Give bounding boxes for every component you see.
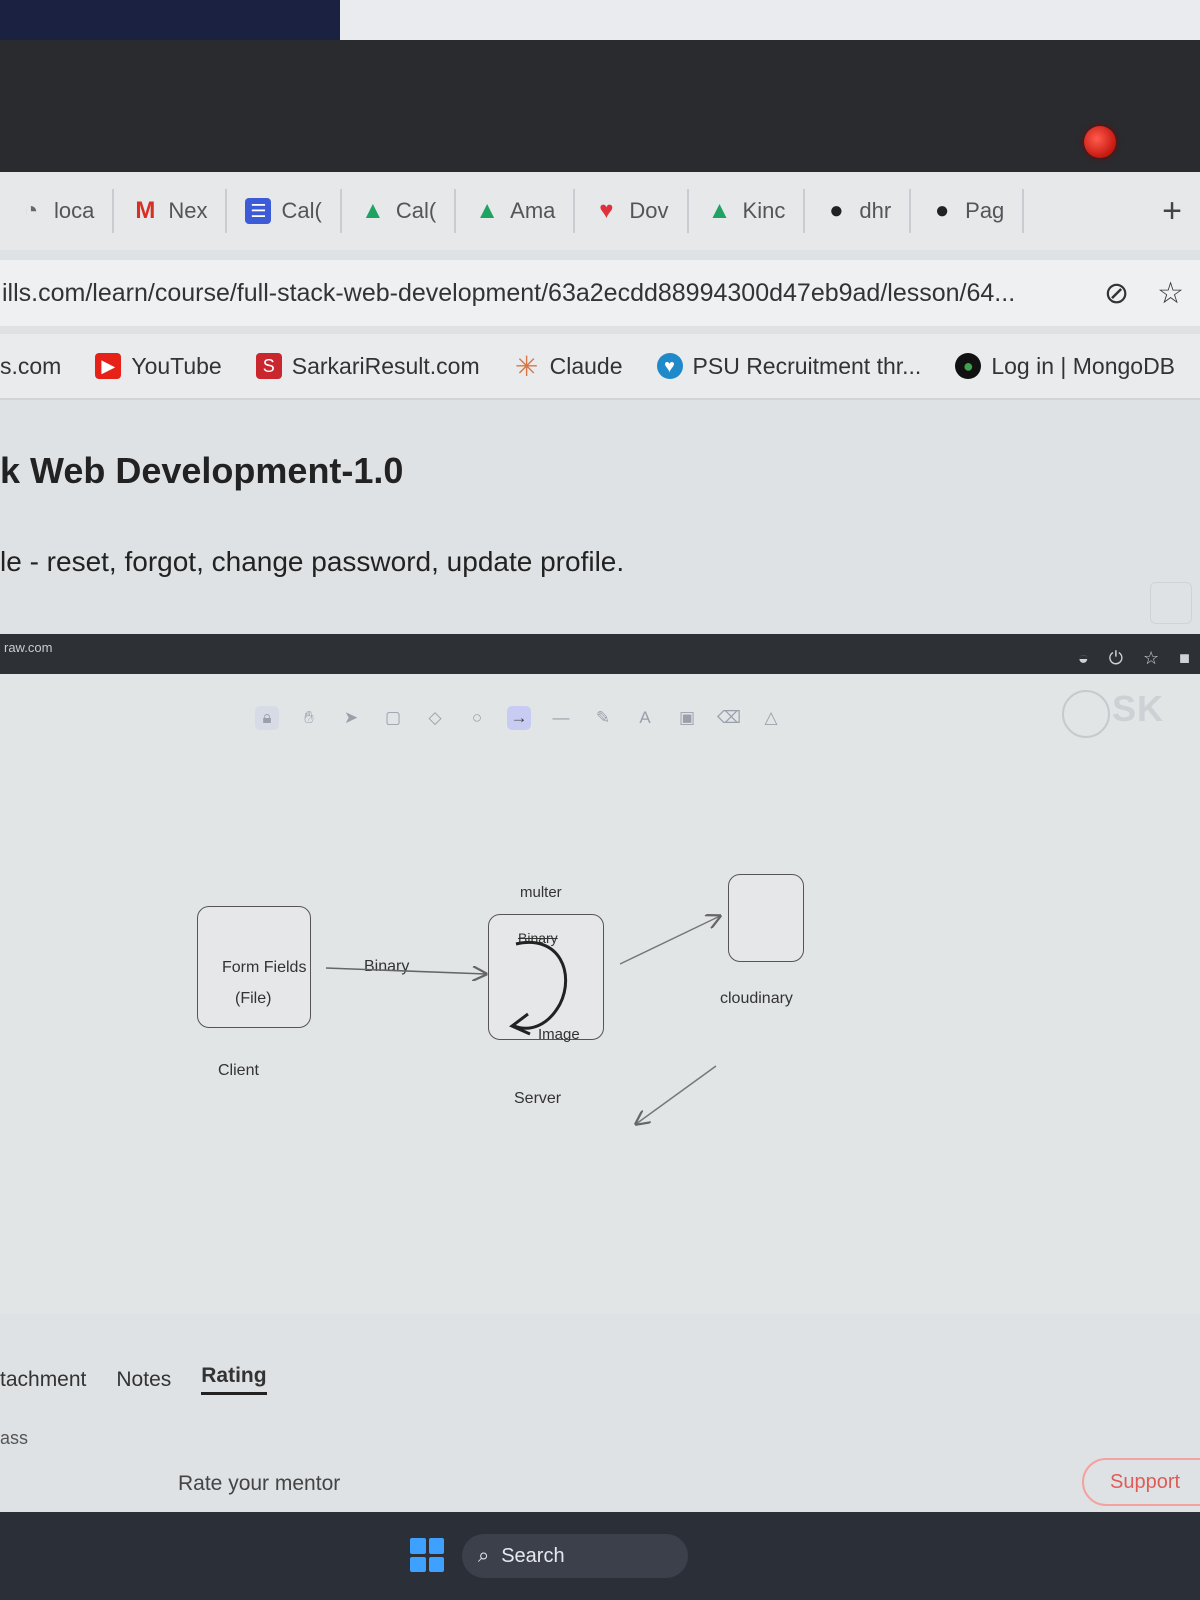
lesson-checkbox[interactable] (1150, 582, 1192, 624)
hand-icon[interactable]: ✋︎ (297, 706, 321, 730)
browser-tab[interactable]: ▲ Cal( (342, 189, 457, 233)
text-tool-icon[interactable]: A (633, 706, 657, 730)
browser-tab[interactable]: ♥ Dov (575, 189, 689, 233)
address-bar[interactable]: ills.com/learn/course/full-stack-web-dev… (0, 260, 1200, 326)
sarkari-icon: S (255, 353, 282, 379)
lesson-tabs: tachment Notes Rating (0, 1364, 1200, 1395)
gmail-icon: M (135, 197, 156, 224)
taskbar-search[interactable]: ⌕ Search (462, 1534, 688, 1578)
eye-slash-icon[interactable]: ⊘ (1104, 276, 1129, 311)
server-inner-top: Binary (518, 930, 558, 946)
arrow-line (636, 1065, 717, 1124)
tab-rating[interactable]: Rating (201, 1364, 267, 1395)
video-source-url: raw.com (4, 640, 53, 655)
browser-tab[interactable]: ▲ Kinc (689, 189, 806, 233)
browser-tab-bar: ◔ loca M Nex ☰ Cal( ▲ Cal( ▲ Ama ♥ Dov ▲ Kinc ●… (0, 172, 1200, 250)
heart-icon: ♥ (599, 197, 614, 224)
client-box-line1: Form Fields (222, 959, 307, 976)
line-tool-icon[interactable]: — (549, 706, 573, 730)
globe-icon: ◔ (23, 197, 39, 224)
url-text[interactable]: ills.com/learn/course/full-stack-web-dev… (0, 279, 1015, 308)
tab-notes[interactable]: Notes (116, 1368, 171, 1392)
power-icon[interactable]: ⏻ (1109, 648, 1123, 669)
camera-indicator (1084, 126, 1116, 158)
support-button[interactable]: Support (1082, 1458, 1200, 1506)
brand-logo-icon (1062, 690, 1110, 738)
drive-icon: ▲ (360, 197, 385, 224)
pencil-tool-icon[interactable]: ✎ (591, 706, 615, 730)
eraser-tool-icon[interactable]: ⌫ (717, 706, 741, 730)
browser-tab[interactable]: ▲ Ama (456, 189, 576, 233)
diamond-tool-icon[interactable]: ◇ (423, 706, 447, 730)
search-icon: ⌕ (478, 1544, 490, 1567)
course-title: k Web Development-1.0 (0, 450, 404, 491)
server-inner-bottom: Image (538, 1026, 580, 1043)
browser-tab[interactable]: M Nex (114, 189, 228, 233)
library-icon[interactable]: △ (759, 706, 783, 730)
bookmark-item[interactable]: ♥ PSU Recruitment thr... (656, 353, 921, 380)
lesson-title: le - reset, forgot, change password, upd… (0, 546, 625, 577)
sheets-icon: ☰ (245, 198, 272, 224)
bookmark-item[interactable]: S SarkariResult.com (255, 353, 480, 380)
side-text: ass (0, 1428, 29, 1448)
claude-icon: ✳ (514, 350, 539, 382)
bookmark-item[interactable]: ✳ Claude (514, 350, 623, 382)
share-icon[interactable]: ◒ (1078, 648, 1089, 669)
browser-tab[interactable]: ● Pag (911, 189, 1025, 233)
youtube-icon: ▶ (95, 353, 122, 379)
client-label: Client (218, 1062, 259, 1079)
new-tab-button[interactable]: + (1162, 192, 1182, 231)
drawing-toolbar: 🔒︎ ✋︎ ➤ ▢ ◇ ○ → — ✎ A ▣ ⌫ △ (255, 694, 825, 742)
server-label: Server (514, 1090, 562, 1107)
circle-tool-icon[interactable]: ○ (465, 706, 489, 730)
square-icon[interactable]: ■ (1179, 648, 1190, 669)
lock-icon[interactable]: 🔒︎ (255, 706, 279, 730)
brand-watermark: SK (1112, 688, 1165, 729)
browser-tab[interactable]: ◔ loca (0, 189, 115, 233)
video-player[interactable]: raw.com ◒ ⏻ ☆ ■ 🔒︎ ✋︎ ➤ ▢ ◇ ○ → — ✎ A ▣ … (0, 634, 1200, 1314)
bookmarks-bar: s.com ▶ YouTube S SarkariResult.com ✳ Claud… (0, 334, 1200, 400)
browser-tab[interactable]: ☰ Cal( (227, 189, 342, 233)
client-box-line2: (File) (235, 990, 272, 1007)
taskbar: ⌕ Search (0, 1512, 1200, 1600)
image-tool-icon[interactable]: ▣ (675, 706, 699, 730)
browser-tab[interactable]: ● dhr (805, 189, 912, 233)
arrow-tool-icon[interactable]: → (507, 706, 531, 730)
video-top-bar: raw.com ◒ ⏻ ☆ ■ (0, 634, 1200, 674)
cloud-label: cloudinary (720, 990, 793, 1007)
mongodb-icon: ● (955, 353, 982, 379)
laptop-bezel (0, 40, 1200, 181)
windows-start-icon[interactable] (410, 1538, 444, 1572)
bookmark-item[interactable]: s.com (0, 353, 61, 380)
pointer-icon[interactable]: ➤ (339, 706, 363, 730)
arrow-line (619, 916, 720, 965)
screen: ◔ loca M Nex ☰ Cal( ▲ Cal( ▲ Ama ♥ Dov ▲ Kinc ●… (0, 172, 1200, 1600)
bookmark-item[interactable]: ● Log in | MongoDB (955, 353, 1175, 380)
psu-icon: ♥ (656, 353, 683, 379)
bookmark-item[interactable]: ▶ YouTube (95, 353, 222, 380)
server-top-label: multer (520, 884, 562, 901)
github-icon: ● (829, 197, 844, 224)
star-icon[interactable]: ☆ (1157, 276, 1184, 311)
drive-icon: ▲ (707, 197, 732, 224)
arrow-label: Binary (364, 958, 410, 975)
tab-attachment[interactable]: tachment (0, 1368, 86, 1392)
drive-icon: ▲ (475, 197, 500, 224)
github-icon: ● (934, 197, 950, 224)
star-icon[interactable]: ☆ (1143, 648, 1159, 669)
rate-mentor-text: Rate your mentor (178, 1472, 341, 1495)
square-tool-icon[interactable]: ▢ (381, 706, 405, 730)
cloud-box (728, 874, 804, 962)
